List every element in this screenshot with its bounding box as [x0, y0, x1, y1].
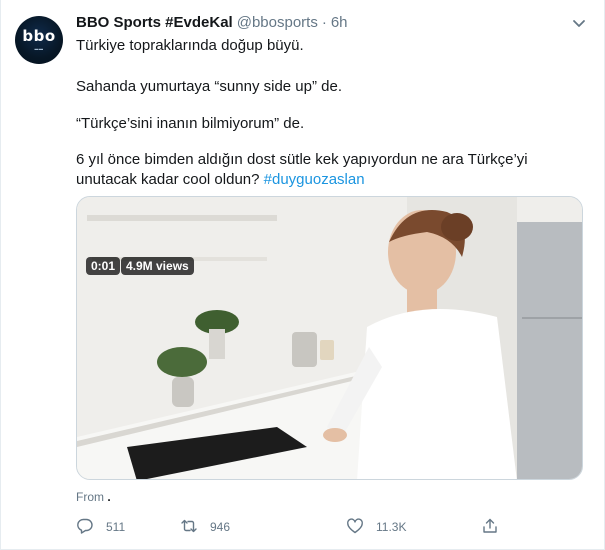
video-views-badge: 4.9M views	[121, 257, 194, 275]
tweet-text-line-2: Sahanda yumurtaya “sunny side up” de.	[76, 78, 342, 95]
tweet-text-line-4: 6 yıl önce bimden aldığın dost sütle kek…	[76, 151, 528, 168]
tweet-header: BBO Sports #EvdeKal @bbosports · 6h	[76, 12, 348, 32]
chevron-down-icon[interactable]	[570, 14, 588, 32]
source-link[interactable]: .	[107, 490, 110, 504]
share-icon	[481, 517, 511, 538]
reply-count: 511	[106, 520, 126, 534]
retweet-icon	[180, 517, 210, 538]
tweet-text-line-5: unutacak kadar cool oldun? #duyguozaslan	[76, 170, 586, 190]
retweet-count: 946	[210, 520, 231, 534]
share-button[interactable]	[481, 515, 511, 539]
separator-dot: ·	[321, 13, 327, 31]
like-button[interactable]: 11.3K	[346, 515, 406, 539]
reply-icon	[76, 517, 106, 538]
tweet-text-line-5-body: unutacak kadar cool oldun?	[76, 171, 260, 188]
source-prefix: From	[76, 490, 104, 504]
timestamp[interactable]: 6h	[331, 14, 348, 31]
avatar-logo-text: bbo	[22, 27, 56, 45]
user-handle[interactable]: @bbosports	[237, 14, 318, 31]
video-player[interactable]	[76, 196, 583, 480]
avatar[interactable]: bbo ▬▬	[15, 16, 63, 64]
tweet-text-line-3: “Türkçe’sini inanın bilmiyorum” de.	[76, 115, 305, 132]
reply-button[interactable]: 511	[76, 515, 125, 539]
hashtag-link[interactable]: #duyguozaslan	[264, 171, 365, 188]
like-count: 11.3K	[376, 520, 407, 534]
like-icon	[346, 517, 376, 538]
display-name[interactable]: BBO Sports #EvdeKal	[76, 14, 233, 31]
retweet-button[interactable]: 946	[180, 515, 230, 539]
source-attribution: From .	[76, 490, 111, 504]
avatar-logo-line: ▬▬	[34, 46, 44, 51]
video-frame-illustration	[77, 197, 582, 479]
tweet-text-line-1: Türkiye topraklarında doğup büyü.	[76, 37, 304, 54]
video-duration-badge: 0:01	[86, 257, 121, 275]
tweet-card[interactable]: bbo ▬▬ BBO Sports #EvdeKal @bbosports · …	[0, 0, 605, 550]
